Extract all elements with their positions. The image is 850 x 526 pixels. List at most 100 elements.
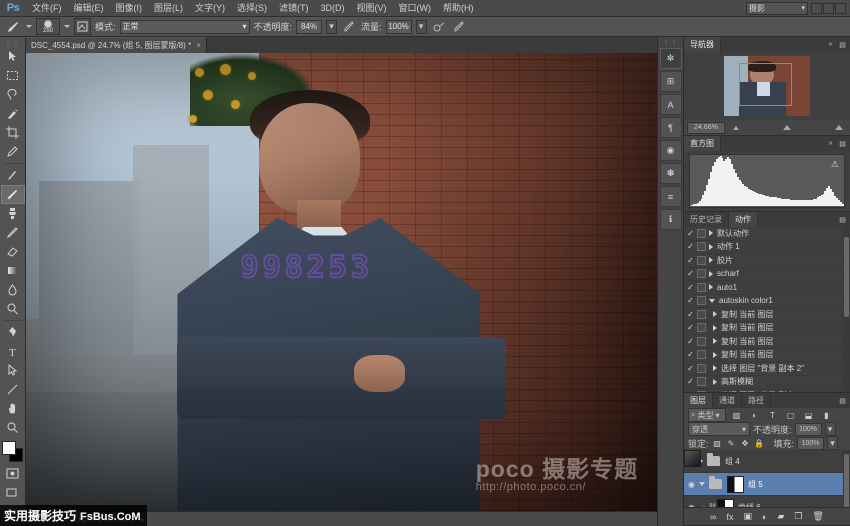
airbrush-icon[interactable] [431, 19, 447, 35]
chevron-right-icon[interactable] [713, 352, 717, 358]
layer-blend-mode-select[interactable]: 穿透 ▾ [688, 422, 750, 436]
menu-type[interactable]: 文字(Y) [189, 0, 231, 17]
action-toggle-checkbox[interactable]: ✓ [684, 256, 697, 265]
panel-menu-icon[interactable]: ▤ [838, 139, 847, 148]
action-dialog-toggle[interactable] [697, 242, 706, 251]
delete-layer-icon[interactable]: 🗑 [812, 511, 823, 522]
chevron-right-icon[interactable] [709, 284, 713, 290]
workspace-selector[interactable]: 摄影 ▾ [746, 2, 808, 15]
mask-link-icon[interactable]: ⛓ [708, 503, 717, 507]
paragraph-icon[interactable]: ¶ [660, 117, 682, 138]
action-toggle-checkbox[interactable]: ✓ [684, 283, 697, 292]
lock-transparency-icon[interactable]: ▨ [712, 437, 723, 449]
chevron-right-icon[interactable] [709, 244, 713, 250]
clone-stamp-tool[interactable] [1, 204, 25, 223]
tab-layers[interactable]: 图层 [684, 393, 713, 408]
screen-mode-toggle[interactable] [1, 483, 25, 502]
layers-scroll-thumb[interactable] [844, 454, 849, 507]
flow-input[interactable]: 100% [386, 20, 412, 34]
brush-presets-icon[interactable]: ✽ [660, 163, 682, 184]
quick-mask-toggle[interactable] [1, 464, 25, 483]
tab-histogram[interactable]: 直方图 [684, 136, 721, 151]
dock-grip[interactable]: ⋮⋮ [663, 39, 679, 48]
brush-tool[interactable] [1, 185, 25, 204]
tab-channels[interactable]: 通道 [713, 393, 742, 408]
tab-paths[interactable]: 路径 [742, 393, 771, 408]
action-row[interactable]: ✓复制 当前 图层 [684, 349, 850, 363]
action-row[interactable]: ✓选择 图层 "背景 副本 2" [684, 362, 850, 376]
menu-window[interactable]: 窗口(W) [393, 0, 438, 17]
actions-list[interactable]: ✓默认动作✓动作 1✓胶片✓scharf✓auto1✓autoskin colo… [684, 227, 850, 392]
chevron-right-icon[interactable] [713, 311, 717, 317]
marquee-tool[interactable] [1, 66, 25, 85]
menu-view[interactable]: 视图(V) [351, 0, 393, 17]
chevron-right-icon[interactable] [713, 365, 717, 371]
action-toggle-checkbox[interactable]: ✓ [684, 323, 697, 332]
brush-tool-icon[interactable] [4, 19, 22, 35]
actions-scroll-thumb[interactable] [844, 237, 849, 317]
path-selection-tool[interactable] [1, 361, 25, 380]
filter-shape-icon[interactable]: ▢ [783, 408, 798, 422]
menu-select[interactable]: 选择(S) [231, 0, 273, 17]
link-layers-icon[interactable]: ∞ [710, 512, 716, 522]
new-layer-icon[interactable]: ❐ [794, 511, 802, 522]
eyedropper-tool[interactable] [1, 142, 25, 161]
chevron-right-icon[interactable] [709, 230, 713, 236]
move-tool[interactable] [1, 47, 25, 66]
close-icon[interactable]: × [196, 41, 201, 50]
menu-file[interactable]: 文件(F) [26, 0, 68, 17]
brush-panel-toggle[interactable] [74, 18, 91, 35]
action-toggle-checkbox[interactable]: ✓ [684, 391, 697, 392]
adjustments-icon[interactable]: ✼ [660, 48, 682, 69]
lock-image-icon[interactable]: ✎ [726, 437, 737, 449]
collapse-icon[interactable]: » [826, 139, 835, 148]
filter-toggle-icon[interactable]: ▮ [819, 408, 834, 422]
opacity-input[interactable]: 84% [296, 20, 322, 34]
action-dialog-toggle[interactable] [697, 391, 706, 392]
gradient-tool[interactable] [1, 261, 25, 280]
action-row[interactable]: ✓复制 当前 图层 [684, 335, 850, 349]
lock-position-icon[interactable]: ✥ [740, 437, 751, 449]
chevron-right-icon[interactable] [713, 325, 717, 331]
panel-menu-icon[interactable]: ▤ [838, 40, 847, 49]
action-row[interactable]: ✓默认动作 [684, 227, 850, 241]
zoom-tool[interactable] [1, 418, 25, 437]
navigator-preview[interactable] [684, 52, 850, 120]
tab-actions[interactable]: 动作 [729, 212, 758, 227]
action-toggle-checkbox[interactable]: ✓ [684, 296, 697, 305]
layer-row[interactable]: ◉组 5 [684, 473, 850, 496]
zoom-out-icon[interactable] [733, 126, 739, 130]
chevron-right-icon[interactable] [709, 271, 713, 277]
chevron-right-icon[interactable] [713, 379, 717, 385]
action-row[interactable]: ✓scharf [684, 268, 850, 282]
chevron-down-icon[interactable] [709, 299, 715, 303]
action-toggle-checkbox[interactable]: ✓ [684, 242, 697, 251]
adjustment-layer-icon[interactable]: ◐ [762, 512, 767, 522]
action-row[interactable]: ✓autoskin color1 [684, 295, 850, 309]
new-group-icon[interactable]: ▰ [777, 511, 784, 522]
layer-thumbnail[interactable] [717, 499, 734, 508]
action-row[interactable]: ✓动作 1 [684, 241, 850, 255]
toolbar-grip[interactable]: ⋮⋮ [5, 39, 21, 47]
zoom-in-icon[interactable] [835, 125, 843, 130]
dodge-tool[interactable] [1, 299, 25, 318]
action-toggle-checkbox[interactable]: ✓ [684, 310, 697, 319]
action-row[interactable]: ✓选择 图层 "背景 副本 3" [684, 389, 850, 392]
history-brush-tool[interactable] [1, 223, 25, 242]
styles-icon[interactable]: ⊞ [660, 71, 682, 92]
menu-image[interactable]: 图像(I) [110, 0, 149, 17]
layer-opacity-input[interactable]: 100% [795, 423, 822, 436]
healing-brush-tool[interactable] [1, 166, 25, 185]
action-toggle-checkbox[interactable]: ✓ [684, 269, 697, 278]
action-dialog-toggle[interactable] [697, 337, 706, 346]
layer-mask-thumbnail[interactable] [727, 476, 744, 493]
color-swatches[interactable] [1, 440, 25, 464]
action-toggle-checkbox[interactable]: ✓ [684, 377, 697, 386]
hand-tool[interactable] [1, 399, 25, 418]
chevron-right-icon[interactable] [713, 338, 717, 344]
panel-menu-icon[interactable]: ▤ [838, 396, 847, 405]
action-dialog-toggle[interactable] [697, 364, 706, 373]
actions-scrollbar[interactable] [843, 227, 850, 392]
filter-smart-icon[interactable]: ⬓ [801, 408, 816, 422]
chevron-down-icon[interactable] [699, 482, 705, 486]
